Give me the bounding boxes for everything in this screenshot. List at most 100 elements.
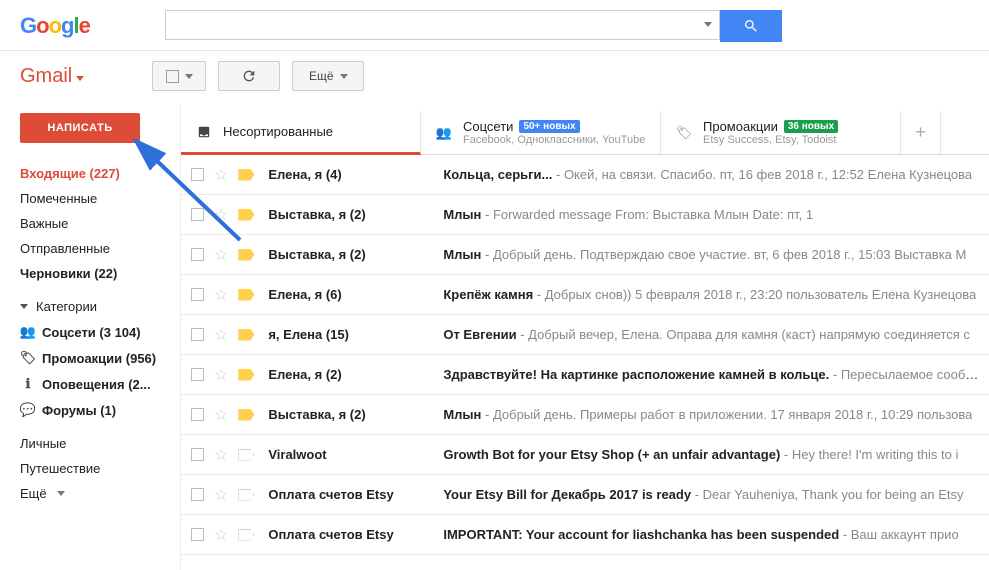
google-logo[interactable]: Google xyxy=(20,13,90,39)
refresh-button[interactable] xyxy=(218,61,280,91)
row-checkbox[interactable] xyxy=(191,448,204,461)
caret-down-icon xyxy=(57,491,65,496)
gmail-dropdown[interactable]: Gmail xyxy=(20,65,84,88)
row-checkbox[interactable] xyxy=(191,208,204,221)
gmail-label-text: Gmail xyxy=(20,65,72,88)
tab-promo[interactable]: 🏷 Промоакции36 новых Etsy Success, Etsy,… xyxy=(661,111,901,154)
importance-marker[interactable] xyxy=(238,209,254,221)
importance-marker[interactable] xyxy=(238,449,254,461)
select-all-dropdown[interactable] xyxy=(152,61,206,91)
importance-marker[interactable] xyxy=(238,249,254,261)
email-row[interactable]: ☆Выставка, я (2)Млын - Forwarded message… xyxy=(181,195,989,235)
star-icon[interactable]: ☆ xyxy=(214,245,228,265)
row-checkbox[interactable] xyxy=(191,528,204,541)
importance-marker[interactable] xyxy=(238,409,254,421)
sidebar-travel[interactable]: Путешествие xyxy=(20,456,180,481)
star-icon[interactable]: ☆ xyxy=(214,525,228,545)
row-checkbox[interactable] xyxy=(191,328,204,341)
search-button[interactable] xyxy=(720,10,782,42)
tab-social-sub: Facebook, Одноклассники, YouTube xyxy=(463,134,645,146)
categories-label: Категории xyxy=(36,299,97,314)
search-input[interactable] xyxy=(165,10,720,40)
importance-marker[interactable] xyxy=(238,489,254,501)
tab-promo-sub: Etsy Success, Etsy, Todoist xyxy=(703,134,838,146)
more-label: Ещё xyxy=(309,69,334,83)
importance-marker[interactable] xyxy=(238,369,254,381)
star-icon[interactable]: ☆ xyxy=(214,205,228,225)
email-sender: Оплата счетов Etsy xyxy=(268,527,443,542)
info-icon: ℹ xyxy=(20,376,36,392)
tab-social-badge: 50+ новых xyxy=(519,120,579,133)
row-checkbox[interactable] xyxy=(191,368,204,381)
row-checkbox[interactable] xyxy=(191,488,204,501)
sidebar-more[interactable]: Ещё xyxy=(20,481,180,506)
sidebar-important[interactable]: Важные xyxy=(20,211,180,236)
tab-social-label: Соцсети xyxy=(463,119,513,134)
email-subject: Кольца, серьги... - Окей, на связи. Спас… xyxy=(443,167,972,182)
more-button[interactable]: Ещё xyxy=(292,61,364,91)
more-label: Ещё xyxy=(20,486,47,501)
people-icon: 👥 xyxy=(435,126,453,140)
search-options-caret[interactable] xyxy=(704,22,712,27)
forums-label: Форумы (1) xyxy=(42,403,116,418)
email-sender: Оплата счетов Etsy xyxy=(268,487,443,502)
checkbox-icon xyxy=(166,70,179,83)
tab-add[interactable]: + xyxy=(901,111,941,154)
email-row[interactable]: ☆ ViralwootGrowth Bot for your Etsy Shop … xyxy=(181,435,989,475)
email-subject: Здравствуйте! На картинке расположение к… xyxy=(443,367,979,382)
star-icon[interactable]: ☆ xyxy=(214,485,228,505)
email-subject: Growth Bot for your Etsy Shop (+ an unfa… xyxy=(443,447,958,462)
sidebar-sent[interactable]: Отправленные xyxy=(20,236,180,261)
importance-marker[interactable] xyxy=(238,289,254,301)
email-row[interactable]: ☆ Елена, я (6)Крепёж камня - Добрых снов)… xyxy=(181,275,989,315)
caret-down-icon xyxy=(185,74,193,79)
tab-promo-badge: 36 новых xyxy=(784,120,838,133)
email-row[interactable]: ☆Выставка, я (2)Млын - Добрый день. Подт… xyxy=(181,235,989,275)
importance-marker[interactable] xyxy=(238,329,254,341)
email-sender: Viralwoot xyxy=(268,447,443,462)
importance-marker[interactable] xyxy=(238,529,254,541)
chat-icon: 💬 xyxy=(20,402,36,418)
email-subject: Млын - Forwarded message From: Выставка … xyxy=(443,207,813,222)
email-sender: Елена, я (6) xyxy=(268,287,443,302)
row-checkbox[interactable] xyxy=(191,408,204,421)
sidebar-drafts[interactable]: Черновики (22) xyxy=(20,261,180,286)
email-row[interactable]: ☆я, Елена (15)От Евгении - Добрый вечер,… xyxy=(181,315,989,355)
star-icon[interactable]: ☆ xyxy=(214,285,228,305)
email-row[interactable]: ☆ Оплата счетов EtsyIMPORTANT: Your accou… xyxy=(181,515,989,555)
sidebar-categories[interactable]: Категории xyxy=(20,294,180,319)
email-subject: Крепёж камня - Добрых снов)) 5 февраля 2… xyxy=(443,287,976,302)
email-row[interactable]: ☆Оплата счетов EtsyYour Etsy Bill for Де… xyxy=(181,475,989,515)
row-checkbox[interactable] xyxy=(191,248,204,261)
importance-marker[interactable] xyxy=(238,169,254,181)
sidebar-updates[interactable]: ℹ Оповещения (2... xyxy=(20,371,180,397)
star-icon[interactable]: ☆ xyxy=(214,365,228,385)
email-subject: IMPORTANT: Your account for liashchanka … xyxy=(443,527,958,542)
star-icon[interactable]: ☆ xyxy=(214,445,228,465)
tab-primary[interactable]: Несортированные xyxy=(181,111,421,155)
updates-label: Оповещения (2... xyxy=(42,377,151,392)
row-checkbox[interactable] xyxy=(191,168,204,181)
tab-primary-label: Несортированные xyxy=(223,124,333,139)
sidebar-social[interactable]: 👥Соцсети (3 104) xyxy=(20,319,180,345)
email-sender: я, Елена (15) xyxy=(268,327,443,342)
sidebar-personal[interactable]: Личные xyxy=(20,431,180,456)
sidebar-starred[interactable]: Помеченные xyxy=(20,186,180,211)
email-row[interactable]: ☆Выставка, я (2)Млын - Добрый день. Прим… xyxy=(181,395,989,435)
compose-button[interactable]: НАПИСАТЬ xyxy=(20,113,140,143)
tab-social[interactable]: 👥 Соцсети 50+ новых Facebook, Одноклассни… xyxy=(421,111,661,154)
search-icon xyxy=(743,18,759,34)
star-icon[interactable]: ☆ xyxy=(214,325,228,345)
star-icon[interactable]: ☆ xyxy=(214,165,228,185)
tab-promo-label: Промоакции xyxy=(703,119,778,134)
email-sender: Выставка, я (2) xyxy=(268,407,443,422)
sidebar-promo[interactable]: 🏷Промоакции (956) xyxy=(20,345,180,371)
caret-down-icon xyxy=(20,304,28,309)
row-checkbox[interactable] xyxy=(191,288,204,301)
star-icon[interactable]: ☆ xyxy=(214,405,228,425)
sidebar-inbox[interactable]: Входящие (227) xyxy=(20,161,180,186)
email-row[interactable]: ☆Елена, я (2)Здравствуйте! На картинке р… xyxy=(181,355,989,395)
email-row[interactable]: ☆Елена, я (4)Кольца, серьги... - Окей, н… xyxy=(181,155,989,195)
sidebar-forums[interactable]: 💬 Форумы (1) xyxy=(20,397,180,423)
inbox-icon xyxy=(195,125,213,139)
